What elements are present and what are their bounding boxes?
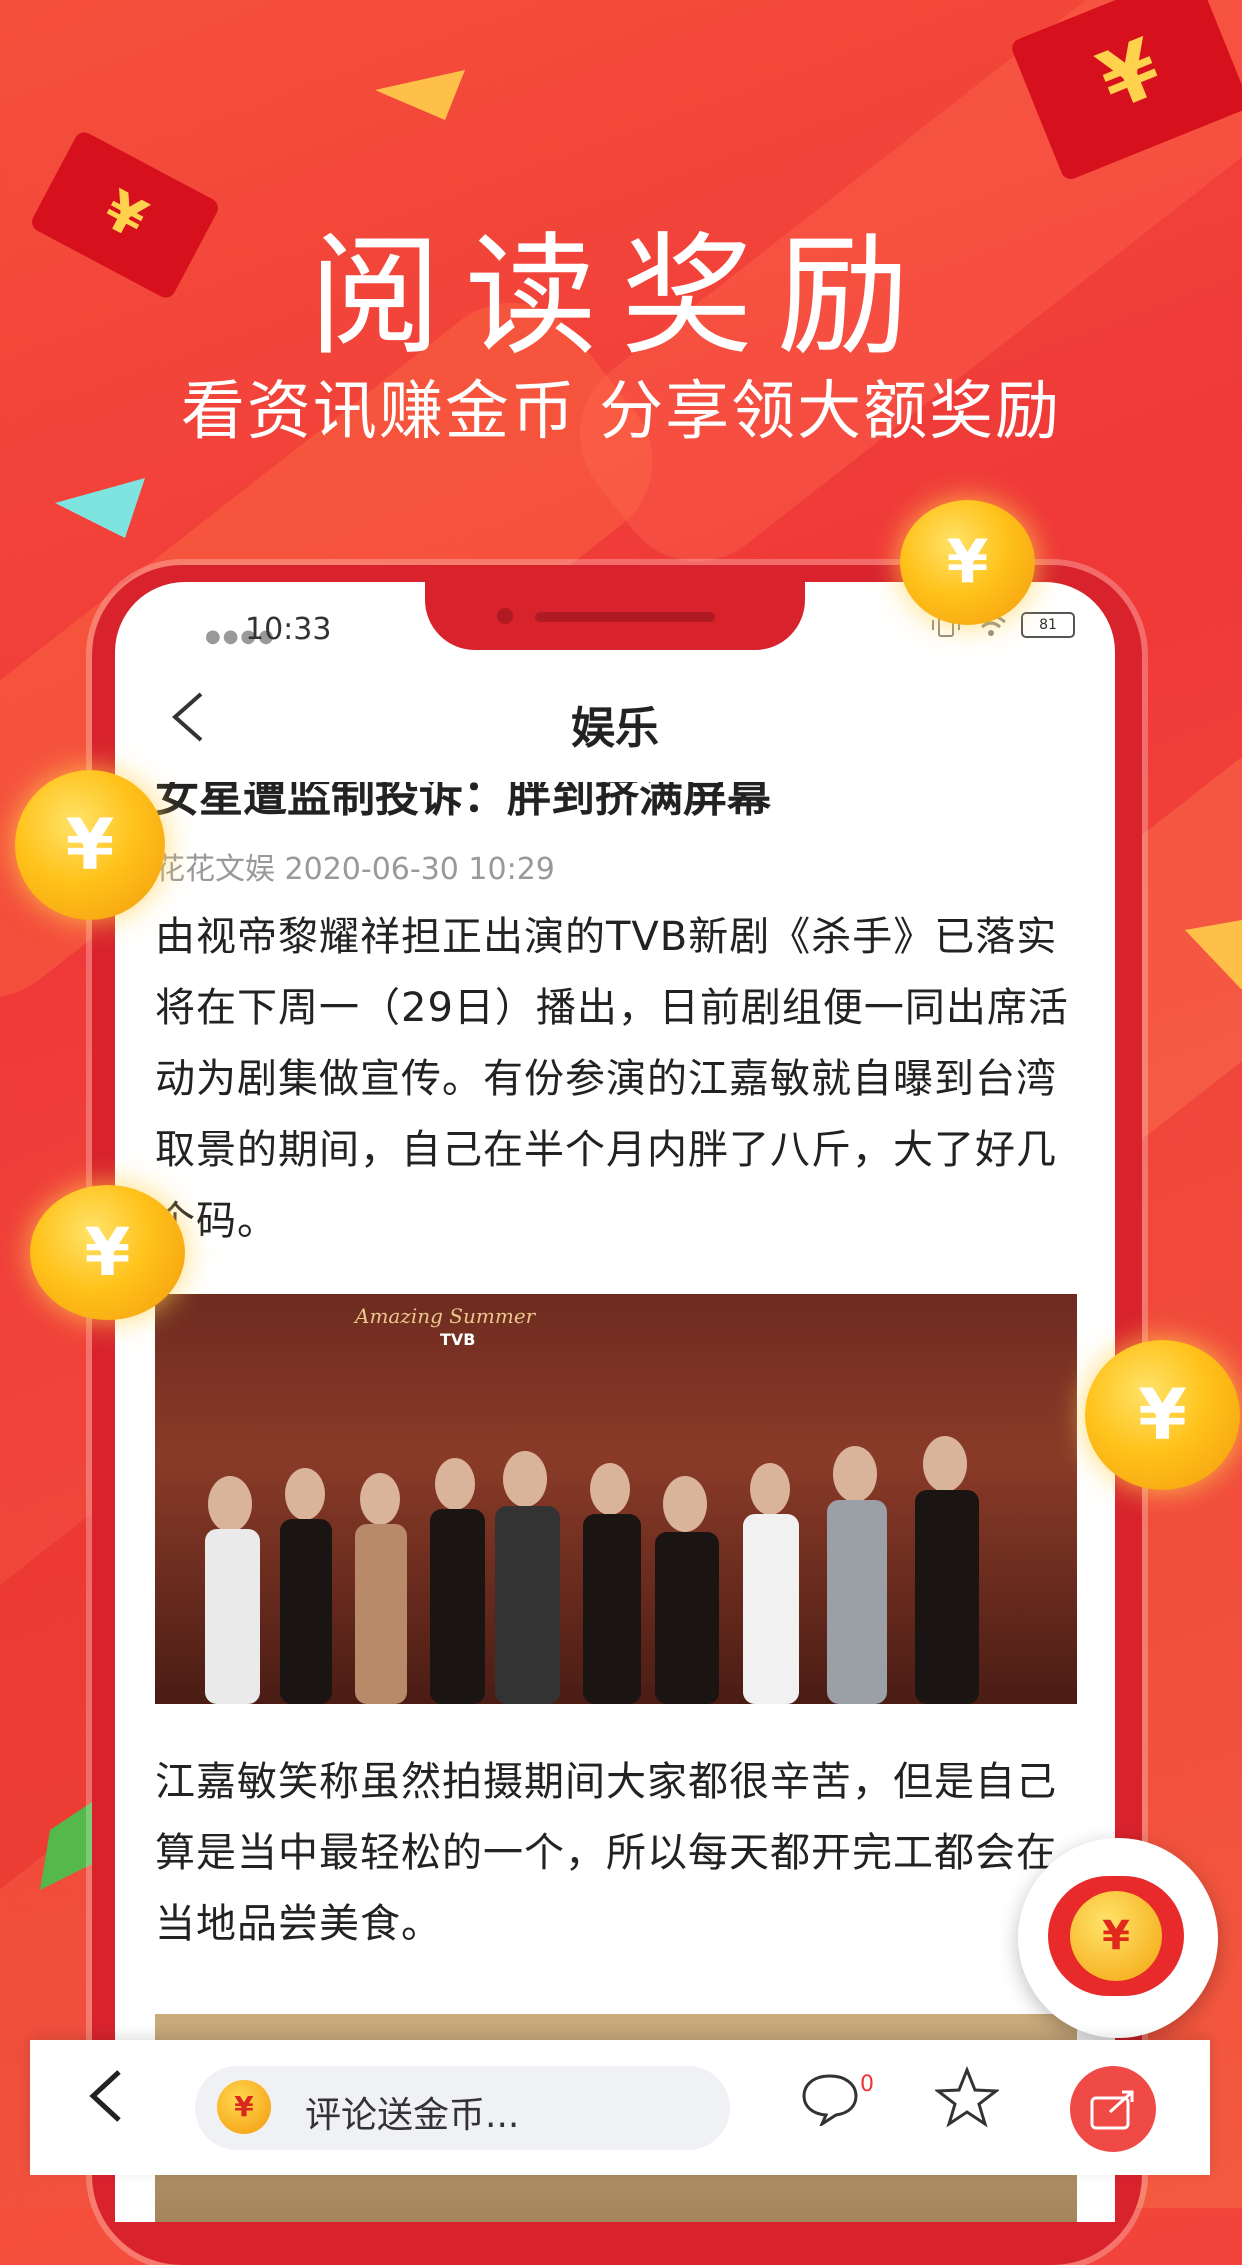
promo-subline: 看资讯赚金币 分享领大额奖励: [180, 375, 1062, 449]
article-datetime: 2020-06-30 10:29: [284, 852, 555, 887]
promo-headline: 阅读奖励: [309, 220, 933, 374]
article-title: 女星遭监制投诉：胖到挤满屏幕: [155, 771, 771, 822]
article-source[interactable]: 花花文娱: [155, 852, 275, 887]
photo-people: [205, 1436, 979, 1704]
page-title: 娱乐: [571, 703, 659, 754]
gold-coin-icon: ¥: [1085, 1340, 1240, 1490]
status-time: 10:33: [245, 612, 332, 647]
gold-coin-icon: ¥: [1070, 1891, 1162, 1981]
battery-icon: 81: [1021, 612, 1075, 638]
article-paragraph: 江嘉敏笑称虽然拍摄期间大家都很辛苦，但是自己算是当中最轻松的一个，所以每天都开完…: [155, 1759, 1057, 1947]
phone-notch: [425, 582, 805, 650]
camera-icon: [497, 608, 513, 624]
article-meta: 花花文娱 2020-06-30 10:29: [155, 844, 555, 888]
article-photo[interactable]: Amazing Summer TVB: [155, 1294, 1077, 1704]
reward-float-button[interactable]: ¥: [1018, 1838, 1218, 2038]
gold-coin-icon: ¥: [15, 770, 165, 920]
comment-count: 0: [860, 2072, 874, 2097]
chevron-left-icon: [89, 2070, 121, 2122]
bottom-toolbar: ¥ 评论送金币... 0: [30, 2040, 1210, 2175]
favorite-button[interactable]: [933, 2065, 1001, 2132]
comment-input[interactable]: ¥ 评论送金币...: [195, 2066, 730, 2150]
gold-coin-icon: ¥: [30, 1185, 185, 1320]
gold-coin-icon: ¥: [217, 2080, 271, 2134]
article-paragraph: 由视帝黎耀祥担正出演的TVB新剧《杀手》已落实将在下周一（29日）播出，日前剧组…: [155, 914, 1069, 1244]
confetti-icon: [55, 478, 145, 538]
star-icon: [933, 2065, 1001, 2128]
red-envelope-icon: ¥: [1048, 1876, 1184, 1996]
speech-bubble-icon: [802, 2074, 858, 2128]
back-button[interactable]: [85, 2064, 125, 2144]
confetti-icon: [375, 70, 465, 120]
gold-coin-icon: ¥: [900, 500, 1035, 625]
speaker-grille: [535, 612, 715, 622]
phone-screen: ●●●● 10:33 81 娱乐 女星遭监制投诉：胖到挤满屏幕 花花文娱 202…: [115, 582, 1115, 2222]
comment-button[interactable]: [800, 2070, 860, 2130]
confetti-icon: [1185, 920, 1242, 990]
comment-placeholder: 评论送金币...: [305, 2095, 520, 2136]
share-button[interactable]: [1070, 2066, 1156, 2152]
share-icon: [1090, 2090, 1134, 2130]
